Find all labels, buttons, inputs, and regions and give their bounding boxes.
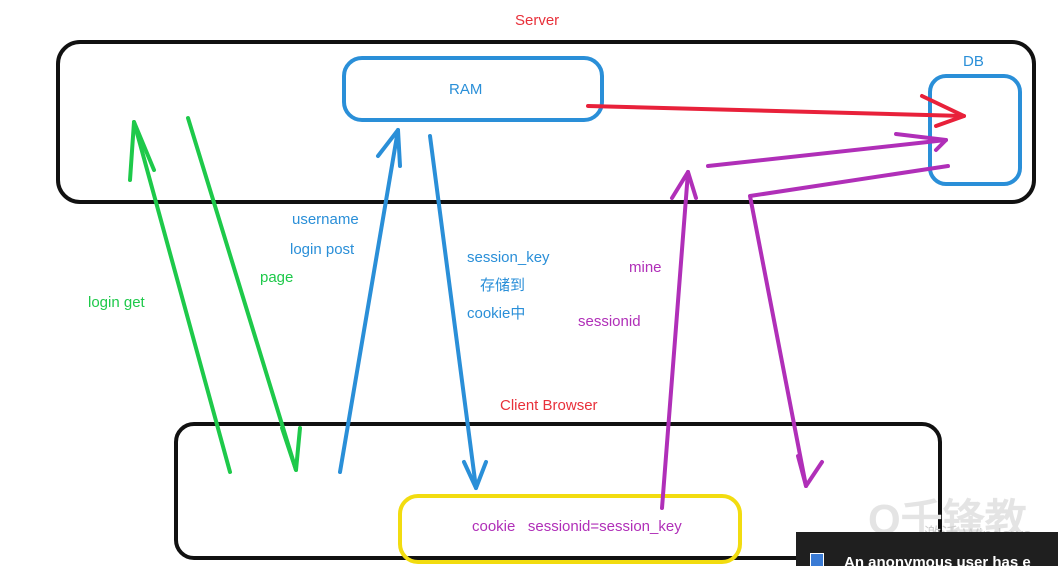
login-post-label: login post <box>290 241 355 258</box>
db-label: DB <box>963 53 984 70</box>
login-post-arrow <box>338 128 400 474</box>
login-get-arrow <box>132 120 232 474</box>
session-key-label: session_key <box>467 249 550 266</box>
page-label: page <box>260 269 293 286</box>
page-arrow <box>186 116 298 472</box>
login-get-label: login get <box>88 294 146 311</box>
watermark: Q千锋教 激活 Windows <box>864 486 1058 536</box>
server-label: Server <box>515 12 559 29</box>
store-to-label: 存储到 <box>480 277 525 294</box>
mine-label: mine <box>629 259 662 276</box>
cookie-content-label: cookie sessionid=session_key <box>472 518 682 535</box>
mine-arrowhead <box>670 170 698 200</box>
mine-arrow <box>660 170 690 510</box>
page-arrowhead <box>280 426 302 472</box>
notification-toast[interactable]: An anonymous user has e <box>796 532 1058 566</box>
sessionid-label: sessionid <box>578 313 641 330</box>
session-flow-diagram: Server RAM DB Client Browser cookie sess… <box>56 12 1036 564</box>
sessionid-to-db-arrow <box>706 138 948 168</box>
ram-label: RAM <box>449 81 482 98</box>
username-label: username <box>292 211 359 228</box>
ram-to-db-arrow <box>586 104 966 118</box>
db-to-client-arrow <box>748 164 950 488</box>
cookie-in-label: cookie中 <box>467 305 525 322</box>
client-browser-label: Client Browser <box>500 397 598 414</box>
info-icon <box>810 553 824 566</box>
notification-text: An anonymous user has e <box>844 554 1031 566</box>
